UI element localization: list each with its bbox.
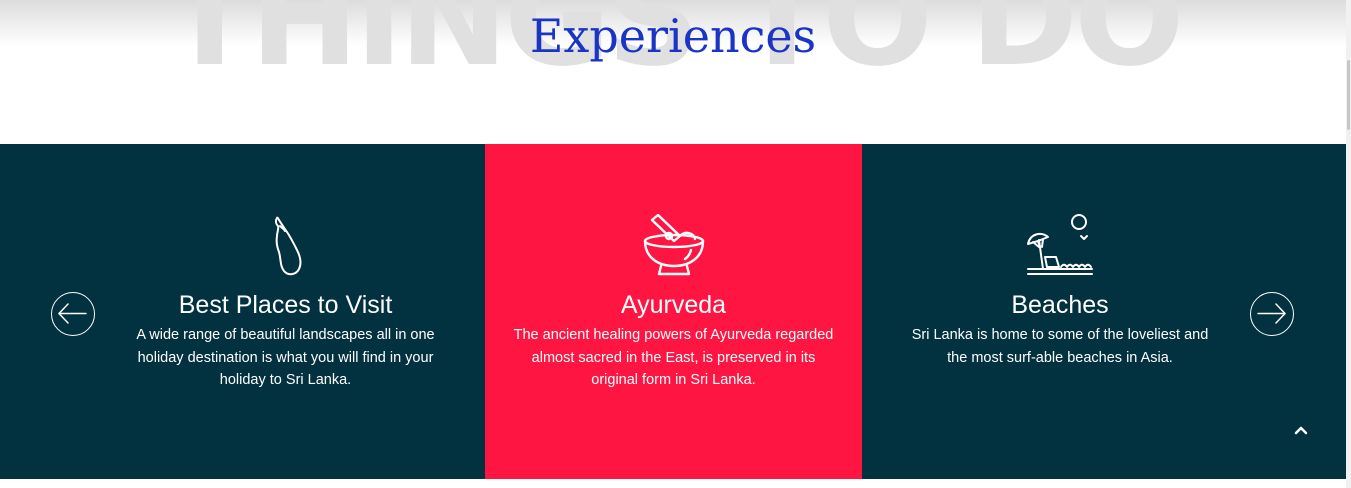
- scroll-to-top-button[interactable]: [1290, 420, 1312, 440]
- section-heading: Experiences: [529, 9, 817, 63]
- carousel-next-button[interactable]: [1250, 292, 1294, 336]
- carousel-prev-button[interactable]: [51, 292, 95, 336]
- card-title[interactable]: Best Places to Visit: [86, 290, 485, 320]
- experience-card-best-places[interactable]: Best Places to Visit A wide range of bea…: [86, 144, 485, 479]
- card-description: A wide range of beautiful landscapes all…: [136, 327, 435, 388]
- chevron-up-icon: [1294, 426, 1308, 435]
- mortar-pestle-icon: [639, 214, 709, 278]
- arrow-left-circle-icon: [58, 303, 87, 324]
- card-title[interactable]: Beaches: [862, 290, 1258, 320]
- beach-umbrella-icon: [1025, 214, 1095, 278]
- card-description: The ancient healing powers of Ayurveda r…: [513, 327, 834, 388]
- experience-card-ayurveda[interactable]: Ayurveda The ancient healing powers of A…: [485, 144, 862, 479]
- experience-card-beaches[interactable]: Beaches Sri Lanka is home to some of the…: [862, 144, 1258, 479]
- card-description: Sri Lanka is home to some of the lovelie…: [911, 327, 1209, 366]
- card-title[interactable]: Ayurveda: [485, 290, 862, 320]
- arrow-right-circle-icon: [1257, 303, 1286, 324]
- sri-lanka-map-icon: [251, 214, 321, 278]
- section-header: THINGS TO DO Experiences: [0, 0, 1346, 144]
- page-scrollbar[interactable]: [1346, 0, 1351, 488]
- experiences-carousel: Best Places to Visit A wide range of bea…: [0, 144, 1346, 479]
- scrollbar-thumb[interactable]: [1347, 60, 1350, 130]
- bottom-strip: [0, 479, 1346, 488]
